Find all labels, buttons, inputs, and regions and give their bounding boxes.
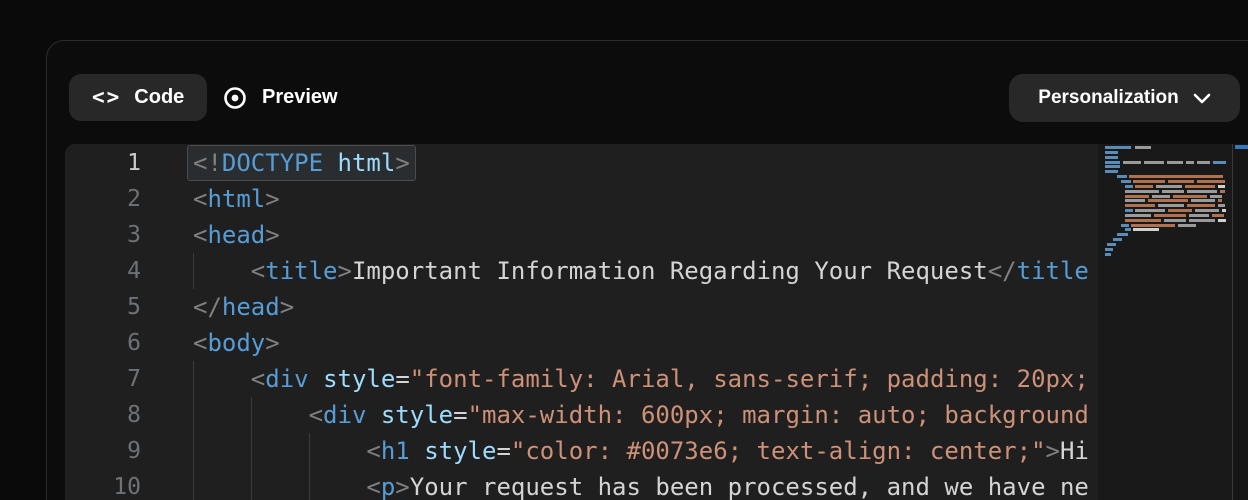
line-number: 6 [127, 330, 141, 356]
selection-overview-marker [1235, 145, 1248, 149]
line-number: 8 [127, 402, 141, 428]
line-number: 10 [113, 474, 141, 500]
personalization-label: Personalization [1038, 87, 1179, 108]
minimap-row [1105, 160, 1226, 164]
minimap-row [1125, 218, 1226, 222]
code-line[interactable]: 5 </head> [65, 289, 1098, 325]
code-line[interactable]: 8 <div style="max-width: 600px; margin: … [65, 397, 1098, 433]
editor-panel: <> Code Preview Personalization 1 <!DOCTY… [46, 40, 1248, 500]
line-number: 2 [127, 186, 141, 212]
code-line[interactable]: 10 <p>Your request has been processed, a… [65, 469, 1098, 500]
line-number: 7 [127, 366, 141, 392]
code-text: <div style="font-family: Arial, sans-ser… [250, 365, 1089, 393]
minimap-row [1105, 165, 1120, 169]
minimap-row [1105, 252, 1111, 256]
code-line[interactable]: 9 <h1 style="color: #0073e6; text-align:… [65, 433, 1098, 469]
code-text: <head> [193, 221, 280, 249]
code-text: <title>Important Information Regarding Y… [250, 257, 1089, 285]
minimap-row [1125, 199, 1222, 203]
minimap-row [1125, 213, 1224, 217]
tab-preview-label: Preview [262, 86, 338, 108]
minimap-row [1125, 189, 1225, 193]
chevron-down-icon [1193, 93, 1211, 103]
tab-code-label: Code [134, 86, 185, 108]
minimap-row [1121, 223, 1196, 227]
minimap-row [1113, 238, 1122, 242]
minimap-row [1125, 228, 1159, 232]
code-line[interactable]: 2 <html> [65, 181, 1098, 217]
code-lines: 1 <!DOCTYPE html> 2 <html> 3 <head> 4 <title>I… [65, 145, 1098, 500]
tab-code[interactable]: <> Code [69, 74, 208, 121]
minimap-row [1125, 209, 1226, 213]
selection-highlight: <!DOCTYPE html> [188, 146, 415, 180]
code-text: <p>Your request has been processed, and … [366, 473, 1089, 500]
minimap-row [1117, 233, 1128, 237]
scrollbar[interactable] [1232, 144, 1248, 500]
minimap-row [1105, 247, 1113, 251]
code-text: <!DOCTYPE html> [188, 145, 415, 181]
tab-preview[interactable]: Preview [221, 74, 338, 121]
line-number: 5 [127, 294, 141, 320]
code-line[interactable]: 1 <!DOCTYPE html> [65, 145, 1098, 181]
code-viewport[interactable]: 1 <!DOCTYPE html> 2 <html> 3 <head> 4 <title>I… [65, 144, 1098, 500]
minimap-row [1121, 179, 1225, 183]
code-line[interactable]: 6 <body> [65, 325, 1098, 361]
code-text: <body> [193, 329, 280, 357]
line-number: 3 [127, 222, 141, 248]
minimap-row [1105, 170, 1118, 174]
line-number: 1 [127, 150, 141, 176]
line-number: 4 [127, 258, 141, 284]
line-number: 9 [127, 438, 141, 464]
minimap-row [1105, 150, 1118, 154]
personalization-dropdown[interactable]: Personalization [1009, 74, 1240, 122]
code-text: <h1 style="color: #0073e6; text-align: c… [366, 437, 1089, 465]
code-line[interactable]: 4 <title>Important Information Regarding… [65, 253, 1098, 289]
code-line[interactable]: 3 <head> [65, 217, 1098, 253]
minimap-row [1125, 194, 1222, 198]
code-text: <div style="max-width: 600px; margin: au… [308, 401, 1089, 429]
code-editor[interactable]: 1 <!DOCTYPE html> 2 <html> 3 <head> 4 <title>I… [65, 144, 1248, 500]
minimap[interactable] [1098, 144, 1232, 500]
minimap-row [1107, 243, 1116, 246]
code-icon: <> [92, 84, 122, 109]
minimap-row [1117, 175, 1223, 179]
eye-icon [224, 86, 246, 109]
code-line[interactable]: 7 <div style="font-family: Arial, sans-s… [65, 361, 1098, 397]
screenshot-stage: <> Code Preview Personalization 1 <!DOCTY… [0, 0, 1248, 500]
minimap-row [1125, 184, 1225, 188]
code-text: </head> [193, 293, 295, 321]
code-text: <html> [193, 185, 280, 213]
minimap-row [1125, 204, 1225, 208]
minimap-row [1105, 155, 1118, 159]
minimap-row [1105, 146, 1151, 149]
